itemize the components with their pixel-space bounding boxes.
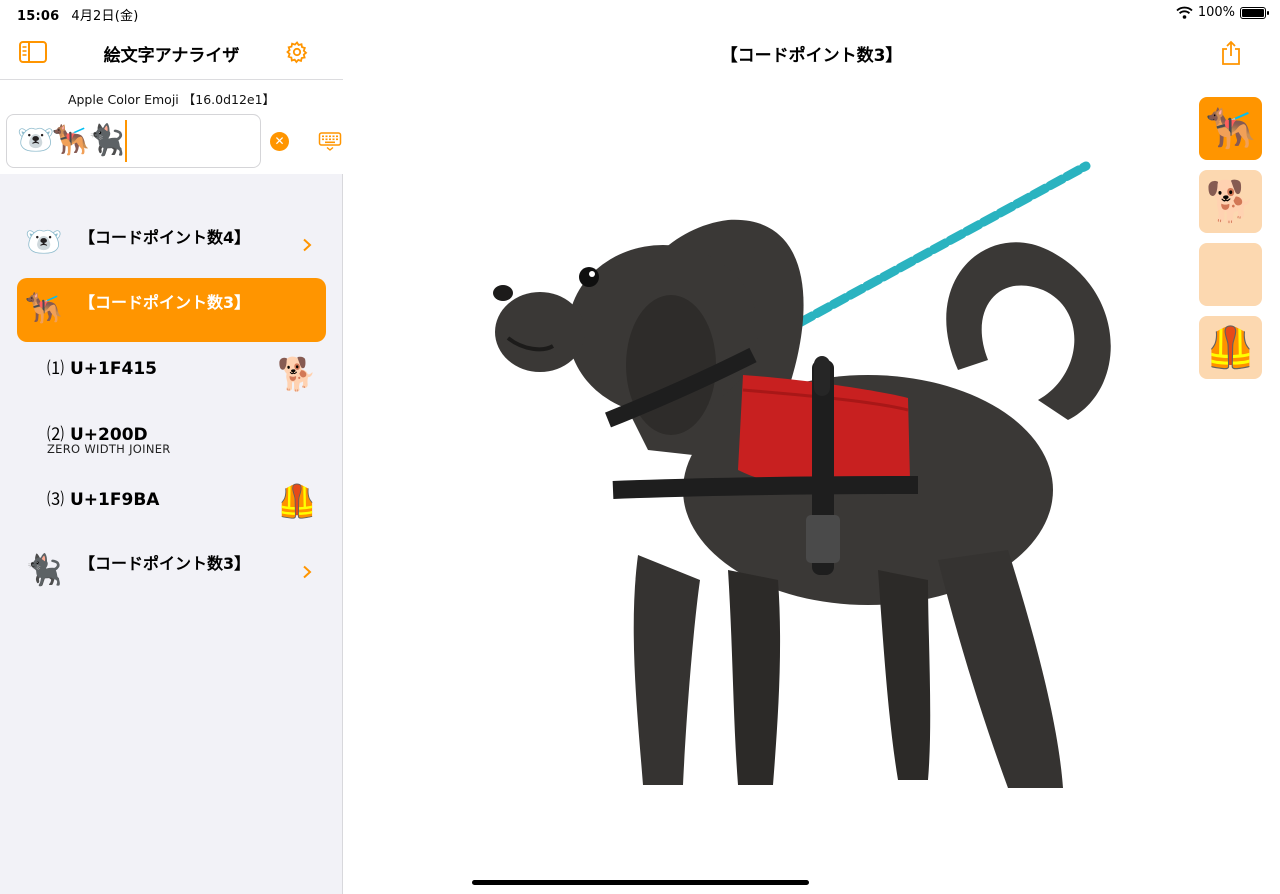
chevron-right-icon (303, 565, 312, 579)
status-bar-right: 100% (1176, 5, 1269, 20)
codepoint-value: U+1F9BA (70, 490, 160, 510)
share-button[interactable] (1220, 40, 1242, 66)
row-emoji: 🐕‍🦺 (25, 291, 63, 326)
battery-percent: 100% (1197, 5, 1235, 20)
variant-emoji: 🐕 (1205, 179, 1256, 225)
variant-thumb[interactable] (1199, 243, 1262, 306)
keyboard-toggle-button[interactable] (318, 131, 342, 151)
variant-emoji: 🐕‍🦺 (1205, 106, 1256, 152)
header-divider (0, 79, 343, 80)
sidebar: 15:06 4月2日(金) 絵文字アナライザ Apple Color Emoji … (0, 0, 343, 894)
row-title: 【コードポイント数3】 (79, 293, 251, 312)
variant-thumb-selected[interactable]: 🐕‍🦺 (1199, 97, 1262, 160)
codepoint-value: U+1F415 (70, 359, 157, 379)
codepoint-row: ⑵ U+200D ZERO WIDTH JOINER (47, 420, 327, 464)
input-value: 🐻‍❄️🐕‍🦺🐈‍⬛ (17, 123, 125, 158)
clear-icon: ✕ (274, 134, 285, 148)
status-time: 15:06 (17, 9, 60, 24)
settings-button[interactable] (285, 40, 309, 64)
row-title: 【コードポイント数4】 (79, 228, 251, 247)
codepoint-emoji: 🐕 (277, 355, 317, 393)
variant-thumb[interactable]: 🐕 (1199, 170, 1262, 233)
share-icon (1222, 40, 1240, 65)
wifi-icon (1176, 6, 1193, 19)
guide-dog-illustration (493, 161, 1111, 788)
clear-button[interactable]: ✕ (270, 132, 289, 151)
variant-thumb[interactable]: 🦺 (1199, 316, 1262, 379)
emoji-input-field[interactable]: 🐻‍❄️🐕‍🦺🐈‍⬛ (6, 114, 261, 168)
battery-icon (1240, 6, 1269, 19)
emoji-list-item[interactable]: 🐻‍❄️ 【コードポイント数4】 (17, 212, 326, 274)
text-caret (125, 120, 128, 162)
font-version-label: Apple Color Emoji 【16.0d12e1】 (67, 92, 276, 107)
codepoint-emoji: 🦺 (277, 482, 317, 520)
status-bar-left: 15:06 4月2日(金) (17, 5, 138, 24)
emoji-list-item[interactable]: 🐈‍⬛ 【コードポイント数3】 (17, 540, 326, 602)
codepoint-row: ⑶ U+1F9BA 🦺 (47, 485, 327, 535)
codepoint-index: ⑴ (47, 359, 64, 379)
variant-emoji: 🦺 (1205, 325, 1256, 371)
row-emoji: 🐈‍⬛ (25, 553, 63, 588)
home-indicator[interactable] (472, 880, 809, 885)
keyboard-icon (318, 132, 342, 151)
codepoint-row: ⑴ U+1F415 🐕 (47, 354, 327, 404)
row-emoji: 🐻‍❄️ (25, 225, 63, 260)
emoji-list-item-selected[interactable]: 🐕‍🦺 【コードポイント数3】 (17, 278, 326, 342)
codepoint-index: ⑶ (47, 490, 64, 510)
codepoint-name: ZERO WIDTH JOINER (47, 442, 171, 456)
chevron-right-icon (303, 238, 312, 252)
detail-title: 【コードポイント数3】 (720, 46, 903, 66)
gear-icon (286, 41, 308, 64)
status-date: 4月2日(金) (71, 9, 139, 24)
row-title: 【コードポイント数3】 (79, 554, 251, 573)
